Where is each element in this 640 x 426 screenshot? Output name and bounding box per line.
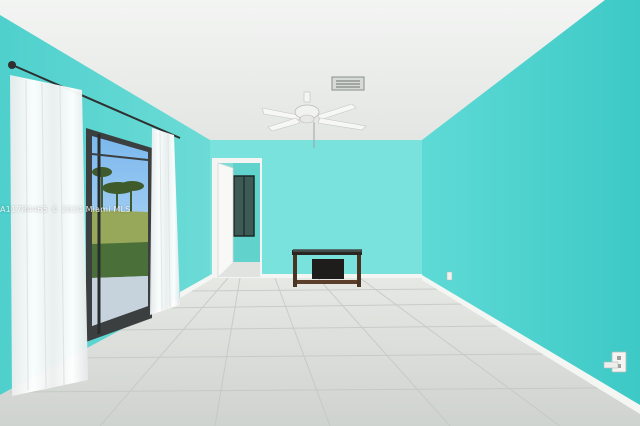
small-outlet <box>446 271 453 281</box>
sliding-glass-door <box>86 128 152 342</box>
photo-watermark: A11784465 © 2024 Miami MLS <box>0 205 131 214</box>
empty-room-photo: A11784465 © 2024 Miami MLS <box>0 0 640 426</box>
left-curtain <box>10 75 88 396</box>
curtain-rod-finial <box>8 61 16 69</box>
hallway-doorway <box>212 158 262 278</box>
